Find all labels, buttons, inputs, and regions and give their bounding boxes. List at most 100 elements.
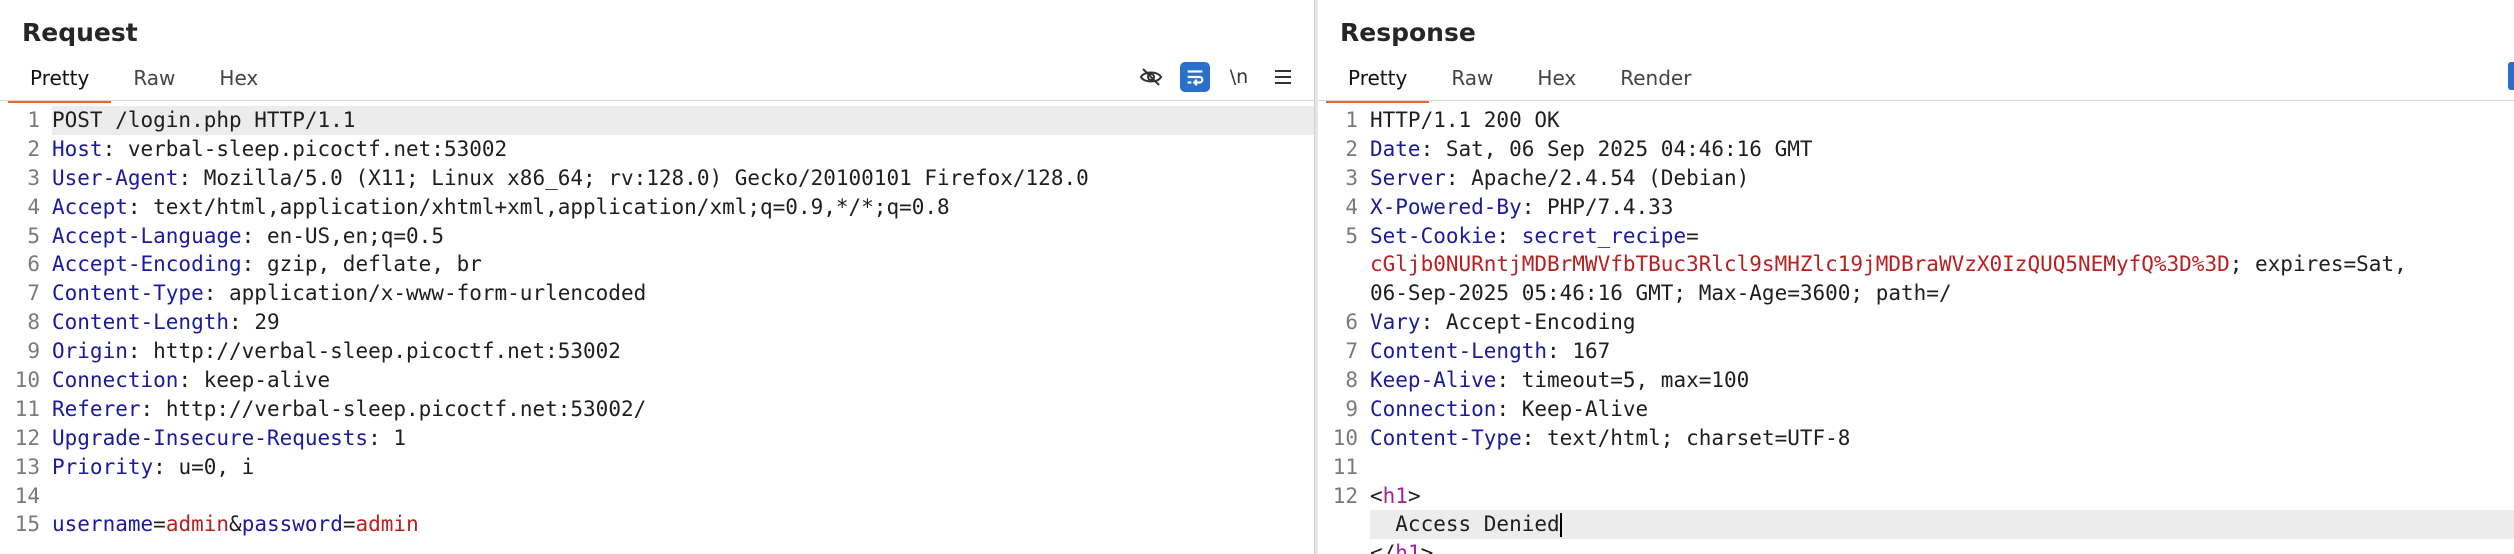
line-number: 8: [27, 310, 40, 335]
response-tab-pretty[interactable]: Pretty: [1326, 62, 1430, 103]
line-text: Keep-Alive: timeout=5, max=100: [1370, 366, 2514, 395]
header-separator: :: [1547, 339, 1573, 364]
header-separator: :: [1445, 165, 1472, 190]
line-text: Accept-Encoding: gzip, deflate, br: [52, 250, 1314, 279]
line-text: Host: verbal-sleep.picoctf.net:53002: [52, 135, 1314, 164]
tag-name: h1: [1382, 483, 1408, 508]
header-separator: :: [140, 396, 166, 421]
request-editor[interactable]: 1 POST /login.php HTTP/1.1 2 Host: verbal-s…: [0, 106, 1314, 554]
code-line: 5 Set-Cookie: secret_recipe=: [1318, 222, 2514, 251]
line-text: Content-Length: 29: [52, 308, 1314, 337]
header-value: POST /login.php HTTP/1.1: [52, 108, 356, 132]
line-text: Date: Sat, 06 Sep 2025 04:46:16 GMT: [1370, 135, 2514, 164]
param-name: username: [52, 512, 154, 537]
request-tab-pretty[interactable]: Pretty: [8, 62, 112, 103]
code-line: 15 username=admin&password=admin: [0, 510, 1314, 539]
line-text: Access Denied: [1370, 510, 2514, 540]
response-tab-render[interactable]: Render: [1598, 62, 1713, 100]
tag-bracket: </: [1370, 541, 1396, 554]
header-separator: :: [1420, 310, 1446, 335]
line-number: 6: [1345, 310, 1358, 335]
header-name: Referer: [52, 396, 141, 421]
code-line: 12</h1>: [1318, 539, 2514, 554]
line-text: Content-Type: text/html; charset=UTF-8: [1370, 424, 2514, 453]
response-title: Response: [1340, 18, 1476, 47]
tag-bracket: <: [1370, 483, 1383, 508]
code-line: 506-Sep-2025 05:46:16 GMT; Max-Age=3600;…: [1318, 279, 2514, 308]
newline-icon: \n: [1229, 66, 1249, 88]
code-line: 10 Content-Type: text/html; charset=UTF-8: [1318, 424, 2514, 453]
tag-bracket: >: [1420, 541, 1434, 554]
response-editor[interactable]: 1 HTTP/1.1 200 OK 2 Date: Sat, 06 Sep 2025 …: [1318, 106, 2514, 554]
param-equals: =: [342, 512, 356, 537]
header-name: Vary: [1370, 310, 1421, 335]
header-value: application/x-www-form-urlencoded: [229, 281, 647, 306]
wrap-lines-icon: [1187, 70, 1204, 86]
header-name: Content-Length: [1370, 339, 1548, 364]
line-number: 10: [1332, 425, 1358, 450]
line-text: cGljb0NURntjMDBrMWVfbTBuc3Rlcl9sMHZlc19j…: [1370, 250, 2514, 279]
request-menu-button[interactable]: [1268, 62, 1298, 92]
param-value: admin: [165, 512, 230, 537]
line-number: 9: [27, 339, 40, 364]
wrap-lines-button[interactable]: [1180, 62, 1210, 92]
code-line: 6 Vary: Accept-Encoding: [1318, 308, 2514, 337]
line-number: 1: [27, 108, 40, 132]
header-name: Accept-Language: [52, 223, 242, 248]
header-name: Content-Length: [52, 310, 230, 335]
code-line: 8 Content-Length: 29: [0, 308, 1314, 337]
line-text: Content-Length: 167: [1370, 337, 2514, 366]
response-toolbar-button[interactable]: [2508, 62, 2514, 90]
line-text: [52, 482, 1314, 511]
header-name: X-Powered-By: [1370, 194, 1522, 219]
html-open-tag: <h1>: [1370, 482, 2514, 511]
response-tab-raw[interactable]: Raw: [1429, 62, 1515, 100]
header-separator: :: [127, 339, 154, 364]
line-number: 2: [1345, 136, 1358, 161]
tag-bracket: >: [1407, 483, 1421, 508]
header-separator: :: [102, 136, 128, 161]
header-value: gzip, deflate, br: [266, 252, 482, 277]
code-line: 10 Connection: keep-alive: [0, 366, 1314, 395]
header-value: Accept-Encoding: [1445, 310, 1636, 335]
line-text: POST /login.php HTTP/1.1: [52, 106, 1314, 135]
line-text: X-Powered-By: PHP/7.4.33: [1370, 193, 2514, 222]
request-tab-hex[interactable]: Hex: [197, 62, 280, 100]
request-tab-raw[interactable]: Raw: [111, 62, 197, 100]
header-name: Content-Type: [52, 281, 204, 306]
line-text: Vary: Accept-Encoding: [1370, 308, 2514, 337]
response-tab-hex[interactable]: Hex: [1515, 62, 1598, 100]
code-line: 13 Priority: u=0, i: [0, 453, 1314, 482]
show-newlines-button[interactable]: \n: [1224, 62, 1254, 92]
line-text: [1370, 453, 2514, 482]
request-pane: Request Pretty Raw Hex \n 1 POST /login.…: [0, 0, 1314, 554]
code-line: 11 Referer: http://verbal-sleep.picoctf.n…: [0, 395, 1314, 424]
line-number: 5: [1318, 279, 1370, 308]
header-name: Priority: [52, 454, 154, 479]
line-text: Referer: http://verbal-sleep.picoctf.net…: [52, 395, 1314, 424]
code-line: 5cGljb0NURntjMDBrMWVfbTBuc3Rlcl9sMHZlc19…: [1318, 250, 2514, 279]
header-name: Accept: [52, 194, 128, 219]
header-name: Server: [1370, 165, 1446, 190]
param-value: admin: [355, 512, 419, 537]
hide-nonprinting-button[interactable]: [1136, 62, 1166, 92]
header-separator: :: [241, 223, 267, 248]
line-number: 13: [14, 454, 40, 479]
line-number: 11: [14, 396, 40, 421]
line-number: 4: [27, 194, 40, 219]
header-separator: :: [178, 368, 204, 393]
code-line: 12 Upgrade-Insecure-Requests: 1: [0, 424, 1314, 453]
line-text: Accept: text/html,application/xhtml+xml,…: [52, 193, 1314, 222]
code-line: 3 Server: Apache/2.4.54 (Debian): [1318, 164, 2514, 193]
header-name: User-Agent: [52, 165, 179, 190]
header-separator: :: [1521, 194, 1548, 219]
eye-slash-icon: [1139, 68, 1163, 86]
request-title: Request: [22, 18, 138, 47]
code-line: 14: [0, 482, 1314, 511]
header-separator: :: [229, 310, 255, 335]
line-number: 11: [1332, 454, 1358, 479]
line-text: User-Agent: Mozilla/5.0 (X11; Linux x86_…: [52, 164, 1314, 193]
line-number: 1: [1345, 108, 1358, 132]
line-number: 15: [14, 512, 40, 537]
header-name: Origin: [52, 339, 128, 364]
